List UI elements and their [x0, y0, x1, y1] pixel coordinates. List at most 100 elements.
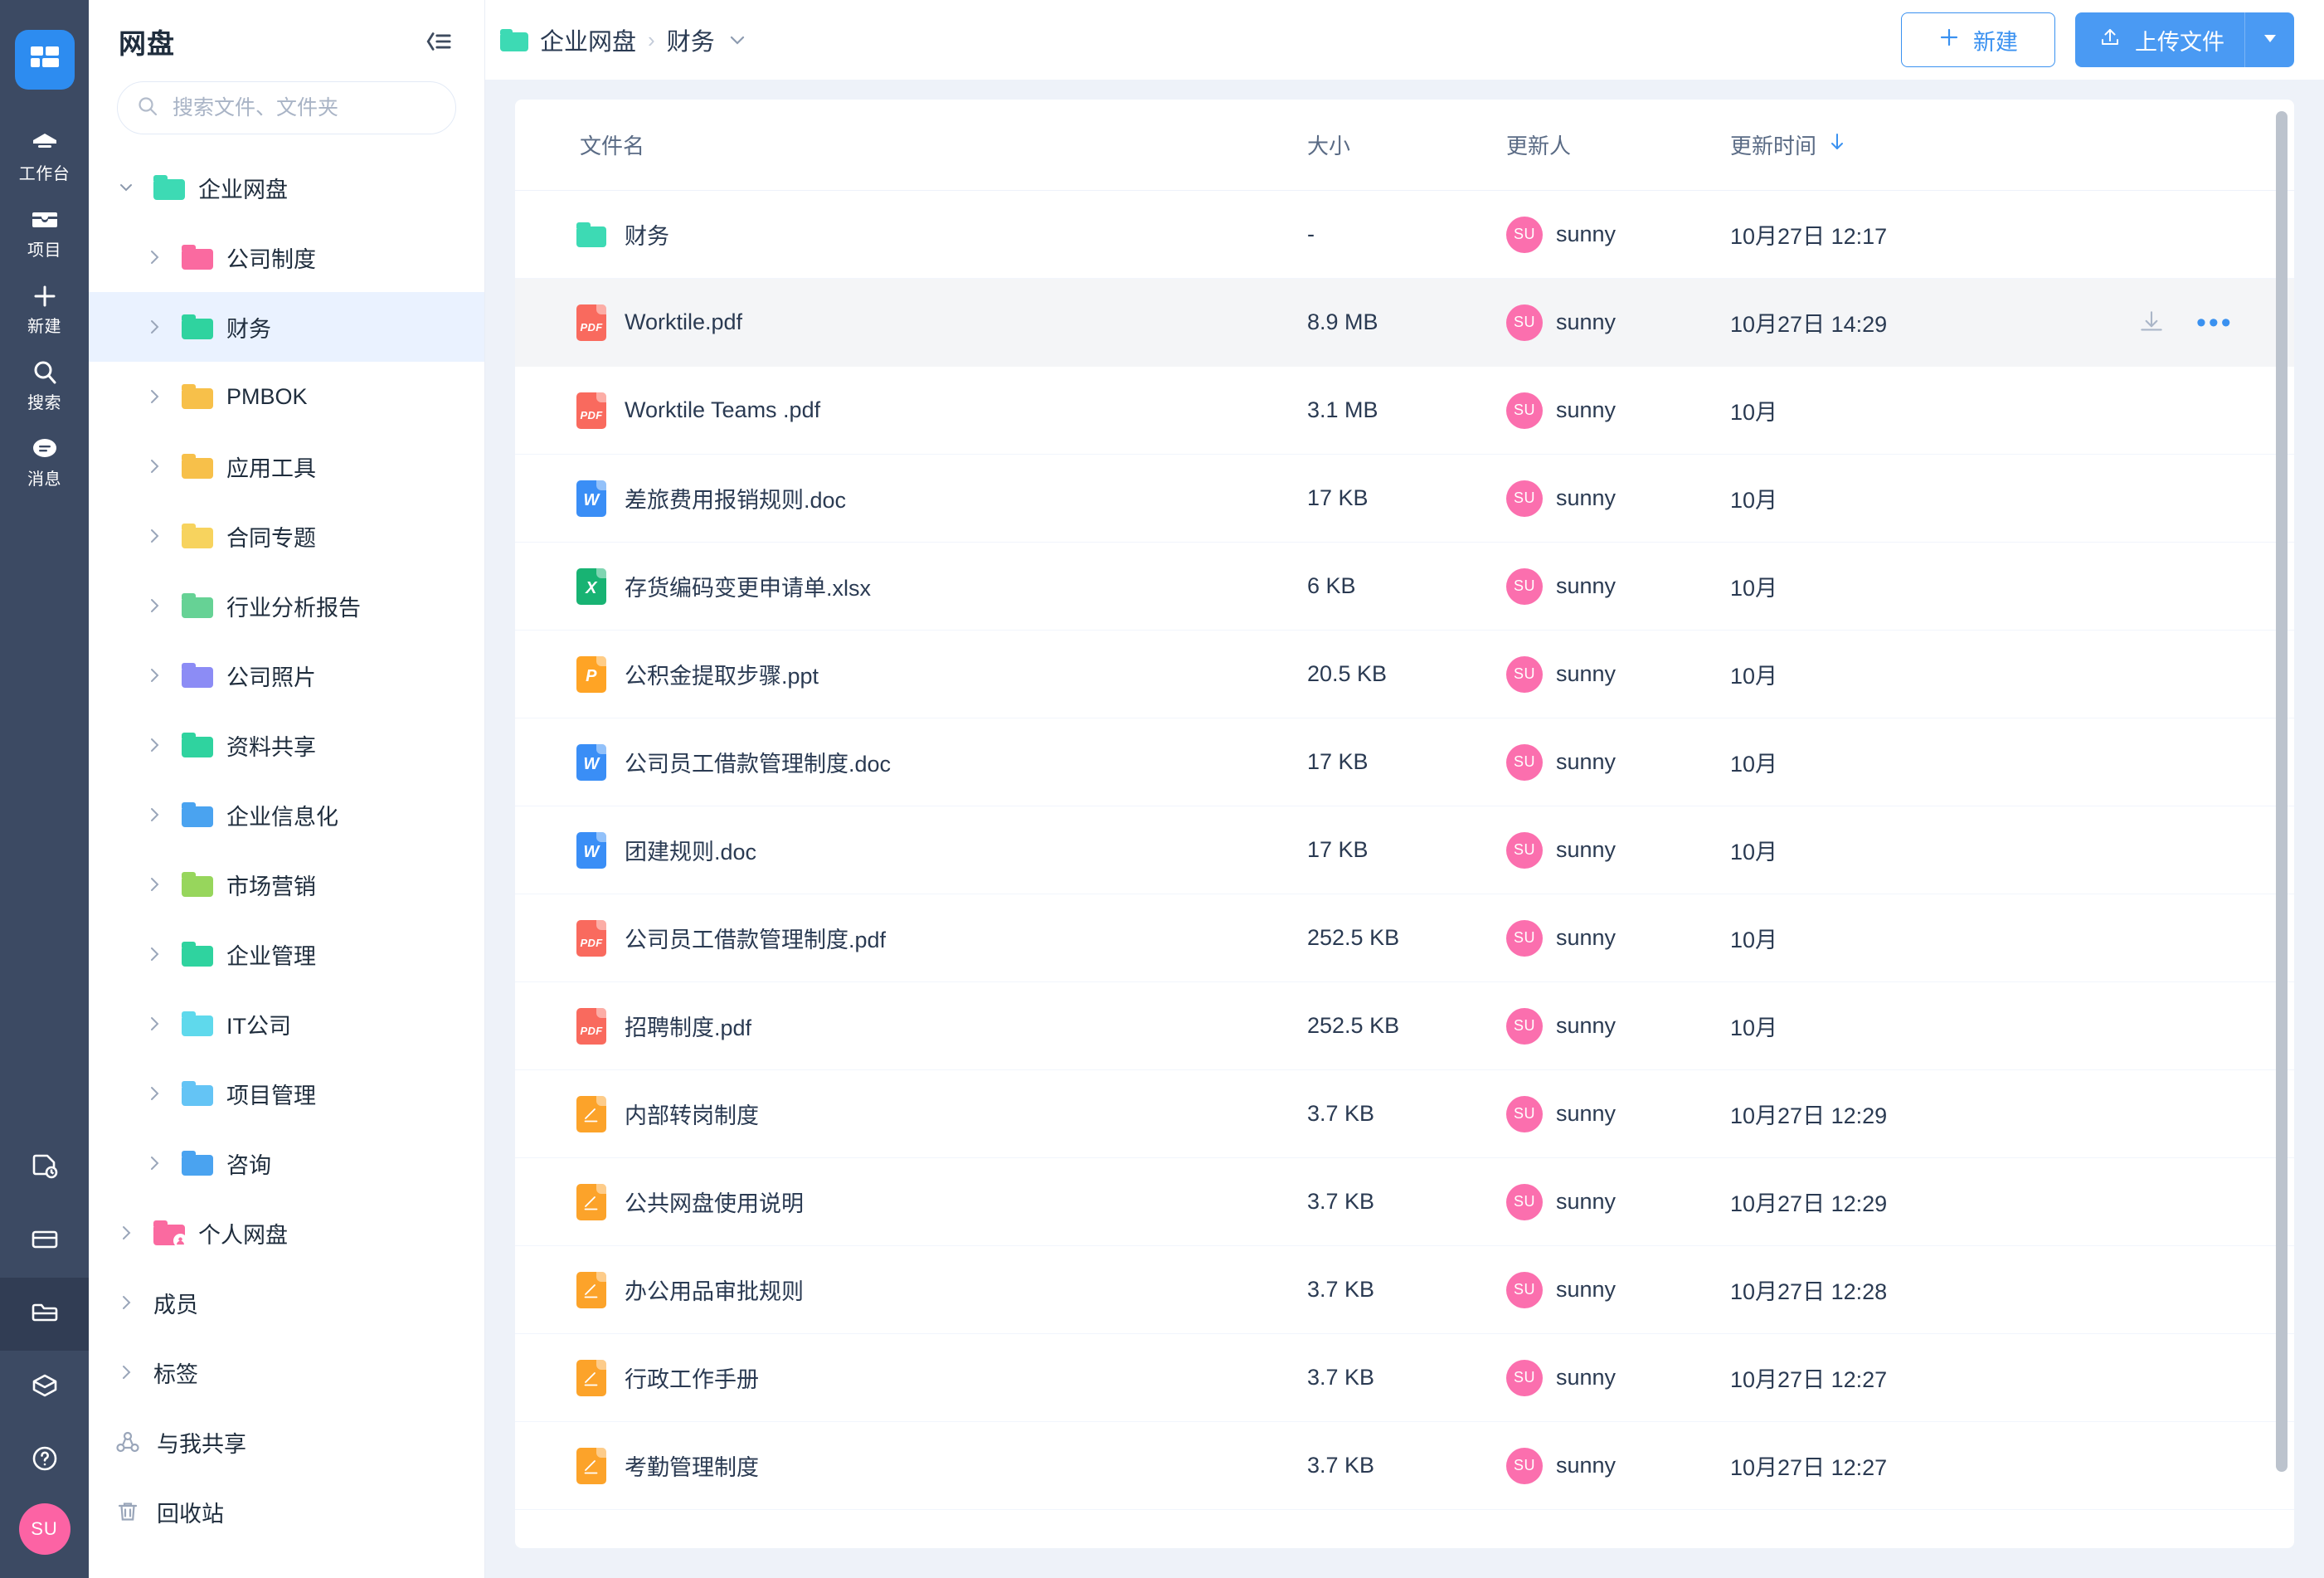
sidebar-item-shared-with-me[interactable]: 与我共享: [89, 1407, 484, 1477]
cell-file-name[interactable]: PDF 公司员工借款管理制度.pdf: [515, 919, 1307, 957]
rail-item-workbench[interactable]: 工作台: [0, 118, 89, 194]
tree-node-enterprise-management[interactable]: 企业管理: [89, 919, 484, 989]
chevron-right-icon[interactable]: [112, 1362, 140, 1382]
cell-file-name[interactable]: PDF Worktile Teams .pdf: [515, 392, 1307, 429]
column-header-size[interactable]: 大小: [1307, 129, 1506, 160]
breadcrumb-current[interactable]: 财务: [667, 22, 715, 57]
table-row[interactable]: W 团建规则.doc 17 KB SU sunny 10月: [515, 806, 2294, 894]
cell-file-name[interactable]: W 差旅费用报销规则.doc: [515, 480, 1307, 517]
chevron-right-icon[interactable]: [140, 247, 168, 267]
rail-item-create[interactable]: 新建: [0, 270, 89, 347]
table-row[interactable]: X 存货编码变更申请单.xlsx 6 KB SU sunny 10月: [515, 543, 2294, 631]
cell-file-name[interactable]: 考勤管理制度: [515, 1447, 1307, 1484]
vertical-scrollbar[interactable]: [2276, 111, 2288, 1472]
grid-logo-icon[interactable]: [14, 30, 75, 90]
cell-file-name[interactable]: W 团建规则.doc: [515, 831, 1307, 869]
tree-node-it-company[interactable]: IT公司: [89, 989, 484, 1059]
chevron-right-icon[interactable]: [140, 1084, 168, 1103]
tree-node-consulting[interactable]: 咨询: [89, 1128, 484, 1198]
tree-node-app-tools[interactable]: 应用工具: [89, 431, 484, 501]
new-button[interactable]: 新建: [1901, 12, 2055, 67]
table-row[interactable]: P 公积金提取步骤.ppt 20.5 KB SU sunny 10月: [515, 631, 2294, 718]
chevron-right-icon[interactable]: [140, 665, 168, 685]
table-row[interactable]: 考勤管理制度 3.7 KB SU sunny 10月27日 12:27: [515, 1422, 2294, 1510]
chevron-right-icon[interactable]: [140, 735, 168, 755]
tree-node-enterprise-drive[interactable]: 企业网盘: [89, 153, 484, 222]
chevron-right-icon[interactable]: [140, 317, 168, 337]
table-row[interactable]: PDF Worktile.pdf 8.9 MB SU sunny 10月27日 …: [515, 279, 2294, 367]
folder-icon: [576, 222, 606, 247]
chevron-down-icon[interactable]: [112, 178, 140, 197]
table-row[interactable]: 办公用品审批规则 3.7 KB SU sunny 10月27日 12:28: [515, 1246, 2294, 1334]
chevron-right-icon[interactable]: [140, 944, 168, 964]
tree-node-pmbok[interactable]: PMBOK: [89, 362, 484, 431]
column-header-name[interactable]: 文件名: [515, 129, 1307, 160]
download-icon[interactable]: [2137, 308, 2166, 338]
chevron-right-icon[interactable]: [140, 874, 168, 894]
rail-bottom-apps[interactable]: [0, 1351, 89, 1424]
upload-button[interactable]: 上传文件: [2075, 12, 2244, 67]
chevron-down-icon[interactable]: [727, 29, 748, 51]
sidebar-item-recycle-bin[interactable]: 回收站: [89, 1477, 484, 1546]
tree-node-finance[interactable]: 财务: [89, 292, 484, 362]
tree-node-shared-materials[interactable]: 资料共享: [89, 710, 484, 780]
cell-file-name[interactable]: 公共网盘使用说明: [515, 1183, 1307, 1220]
table-row[interactable]: 公共网盘使用说明 3.7 KB SU sunny 10月27日 12:29: [515, 1158, 2294, 1246]
rail-item-projects[interactable]: 项目: [0, 194, 89, 270]
column-header-time[interactable]: 更新时间: [1730, 129, 2128, 160]
word-file-icon: W: [576, 743, 606, 781]
cell-file-name[interactable]: PDF Worktile.pdf: [515, 304, 1307, 341]
rail-item-messages[interactable]: 消息: [0, 423, 89, 499]
table-row[interactable]: PDF 招聘制度.pdf 252.5 KB SU sunny 10月: [515, 982, 2294, 1070]
table-row[interactable]: W 公司员工借款管理制度.doc 17 KB SU sunny 10月: [515, 718, 2294, 806]
chevron-right-icon[interactable]: [140, 805, 168, 825]
tree-node-company-policy[interactable]: 公司制度: [89, 222, 484, 292]
chevron-right-icon[interactable]: [140, 1014, 168, 1034]
more-horizontal-icon[interactable]: •••: [2196, 309, 2234, 337]
chevron-right-icon[interactable]: [112, 1223, 140, 1243]
tree-node-project-management[interactable]: 项目管理: [89, 1059, 484, 1128]
cell-file-name[interactable]: PDF 招聘制度.pdf: [515, 1007, 1307, 1045]
tree-node-contract-topics[interactable]: 合同专题: [89, 501, 484, 571]
rail-bottom-archive[interactable]: [0, 1205, 89, 1278]
collapse-panel-icon[interactable]: [421, 25, 455, 58]
search-box[interactable]: [117, 81, 456, 134]
tree-node-personal-drive[interactable]: 个人网盘: [89, 1198, 484, 1268]
table-row[interactable]: W 差旅费用报销规则.doc 17 KB SU sunny 10月: [515, 455, 2294, 543]
rail-bottom-help[interactable]: [0, 1424, 89, 1497]
rail-bottom-drive[interactable]: [0, 1278, 89, 1351]
chevron-right-icon[interactable]: [140, 387, 168, 407]
table-row[interactable]: PDF Worktile Teams .pdf 3.1 MB SU sunny …: [515, 367, 2294, 455]
chevron-right-icon[interactable]: [140, 456, 168, 476]
chevron-right-icon[interactable]: [140, 1153, 168, 1173]
upload-dropdown-button[interactable]: [2244, 12, 2294, 67]
table-row[interactable]: 行政工作手册 3.7 KB SU sunny 10月27日 12:27: [515, 1334, 2294, 1422]
tree-node-label: 企业管理: [226, 943, 316, 969]
cell-file-name[interactable]: 办公用品审批规则: [515, 1271, 1307, 1308]
cell-file-name[interactable]: P 公积金提取步骤.ppt: [515, 655, 1307, 693]
table-row[interactable]: PDF 公司员工借款管理制度.pdf 252.5 KB SU sunny 10月: [515, 894, 2294, 982]
chevron-right-icon[interactable]: [112, 1293, 140, 1313]
rail-item-search[interactable]: 搜索: [0, 347, 89, 423]
tree-node-company-photos[interactable]: 公司照片: [89, 640, 484, 710]
table-row[interactable]: 财务 - SU sunny 10月27日 12:17: [515, 191, 2294, 279]
tree-node-enterprise-informatization[interactable]: 企业信息化: [89, 780, 484, 850]
tree-node-members[interactable]: 成员: [89, 1268, 484, 1337]
breadcrumb-root[interactable]: 企业网盘: [540, 22, 636, 57]
chevron-right-icon[interactable]: [140, 596, 168, 616]
tree-node-tags[interactable]: 标签: [89, 1337, 484, 1407]
tree-node-industry-reports[interactable]: 行业分析报告: [89, 571, 484, 640]
avatar: SU: [1506, 480, 1543, 517]
cell-file-name[interactable]: 财务: [515, 218, 1307, 251]
cell-file-name[interactable]: X 存货编码变更申请单.xlsx: [515, 567, 1307, 605]
tree-node-marketing[interactable]: 市场营销: [89, 850, 484, 919]
rail-bottom-docs[interactable]: [0, 1132, 89, 1205]
search-input[interactable]: [173, 95, 440, 120]
cell-file-name[interactable]: 内部转岗制度: [515, 1095, 1307, 1132]
table-row[interactable]: 内部转岗制度 3.7 KB SU sunny 10月27日 12:29: [515, 1070, 2294, 1158]
avatar[interactable]: SU: [18, 1503, 70, 1555]
column-header-user[interactable]: 更新人: [1506, 129, 1730, 160]
cell-file-name[interactable]: 行政工作手册: [515, 1359, 1307, 1396]
chevron-right-icon[interactable]: [140, 526, 168, 546]
cell-file-name[interactable]: W 公司员工借款管理制度.doc: [515, 743, 1307, 781]
